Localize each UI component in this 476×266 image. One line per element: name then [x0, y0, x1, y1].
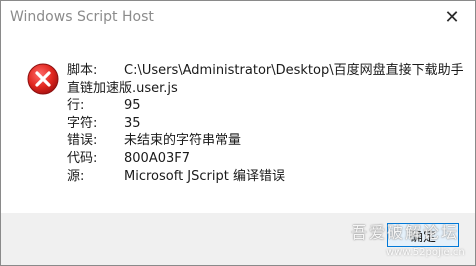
char-value: 35: [124, 115, 141, 131]
script-row: 脚本: C:\Users\Administrator\Desktop\百度网盘直…: [67, 62, 467, 80]
source-label: 源:: [67, 168, 85, 184]
title-bar: Windows Script Host ✕: [1, 1, 475, 33]
code-value: 800A03F7: [124, 150, 190, 166]
error-label: 错误:: [67, 133, 98, 149]
watermark-text: 吾爱破解论坛: [351, 223, 460, 242]
line-label: 行:: [67, 98, 85, 114]
line-row: 行: 95: [67, 97, 467, 115]
error-x-icon: [27, 63, 59, 95]
error-details: 脚本: C:\Users\Administrator\Desktop\百度网盘直…: [67, 62, 467, 185]
dialog-window: Windows Script Host ✕ 脚本: C:\Users\Admin…: [0, 0, 476, 266]
line-value: 95: [124, 98, 141, 114]
error-row: 错误: 未结束的字符串常量: [67, 132, 467, 150]
error-value: 未结束的字符串常量: [124, 133, 242, 149]
watermark-url: www.52pojie.cn: [386, 247, 465, 258]
script-row-cont: 直链加速版.user.js: [67, 80, 467, 98]
close-button[interactable]: ✕: [429, 1, 475, 33]
char-row: 字符: 35: [67, 115, 467, 133]
script-path-cont: 直链加速版.user.js: [67, 80, 178, 96]
script-label: 脚本:: [67, 63, 98, 78]
message-area: 脚本: C:\Users\Administrator\Desktop\百度网盘直…: [1, 33, 475, 213]
source-row: 源: Microsoft JScript 编译错误: [67, 168, 467, 186]
code-row: 代码: 800A03F7: [67, 150, 467, 168]
char-label: 字符:: [67, 115, 98, 131]
code-label: 代码:: [67, 150, 98, 166]
window-title: Windows Script Host: [10, 9, 154, 25]
script-path: C:\Users\Administrator\Desktop\百度网盘直接下载助…: [124, 63, 464, 78]
source-value: Microsoft JScript 编译错误: [124, 168, 285, 184]
